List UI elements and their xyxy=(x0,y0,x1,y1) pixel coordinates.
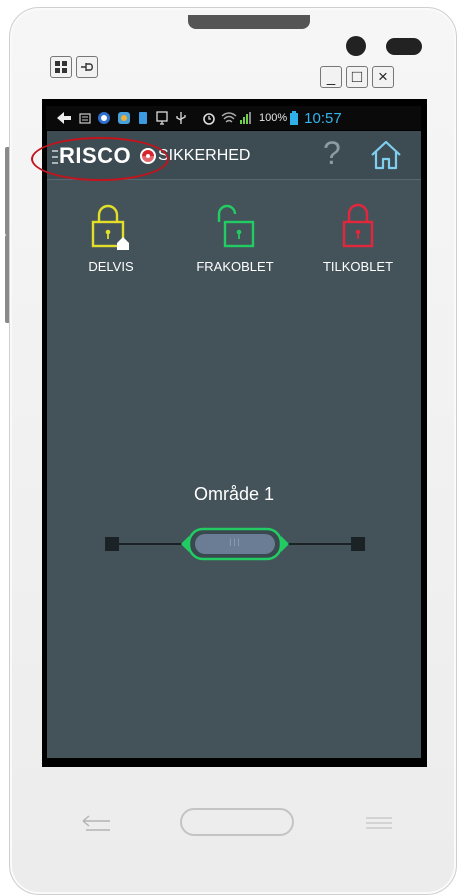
home-button[interactable] xyxy=(180,808,294,836)
speaker-notch xyxy=(188,15,310,29)
camera-icon xyxy=(346,36,366,56)
alarm-icon xyxy=(203,113,215,125)
lock-label-armed: TILKOBLET xyxy=(322,259,394,274)
help-button[interactable]: ? xyxy=(323,135,341,172)
signal-icon xyxy=(240,112,251,124)
app-grid-icon[interactable] xyxy=(50,56,72,78)
minimize-button[interactable]: _ xyxy=(320,66,342,88)
lock-disarmed[interactable]: FRAKOBLET xyxy=(187,202,283,274)
menu-icon[interactable] xyxy=(364,816,394,830)
partial-lock-icon xyxy=(91,204,129,250)
badge-icon xyxy=(98,112,110,124)
close-button[interactable]: × xyxy=(372,66,394,88)
battery-percent: 100% xyxy=(259,112,288,124)
unlocked-icon xyxy=(217,204,255,248)
lock-armed[interactable]: TILKOBLET xyxy=(313,202,403,274)
area-name: Område 1 xyxy=(193,484,275,504)
lock-partial[interactable]: DELVIS xyxy=(73,202,149,274)
screen-icon xyxy=(156,111,168,125)
locked-icon xyxy=(342,203,374,248)
app-title: SIKKERHED xyxy=(158,147,251,164)
lock-label-disarmed: FRAKOBLET xyxy=(196,259,274,274)
home-icon[interactable] xyxy=(369,139,403,171)
usb-icon xyxy=(176,112,186,124)
slider-grip: III xyxy=(228,537,242,549)
status-bar: 100% 10:57 xyxy=(46,106,421,130)
plug-icon[interactable] xyxy=(76,56,98,78)
clock-time: 10:57 xyxy=(304,109,342,127)
calendar-icon xyxy=(79,113,91,124)
storage-icon xyxy=(139,112,147,124)
back-arrow-icon xyxy=(57,112,71,124)
back-icon[interactable] xyxy=(80,814,114,834)
battery-icon xyxy=(290,111,299,125)
wifi-icon xyxy=(221,112,237,123)
annotation-highlight-oval xyxy=(31,137,169,181)
sensor-icon xyxy=(386,38,422,55)
app-screen: RISCO SIKKERHED ? DELVIS FRAKOBLET TILKO… xyxy=(47,131,421,758)
maximize-button[interactable]: □ xyxy=(346,66,368,88)
app-icon xyxy=(118,112,130,124)
lock-label-partial: DELVIS xyxy=(88,259,134,274)
